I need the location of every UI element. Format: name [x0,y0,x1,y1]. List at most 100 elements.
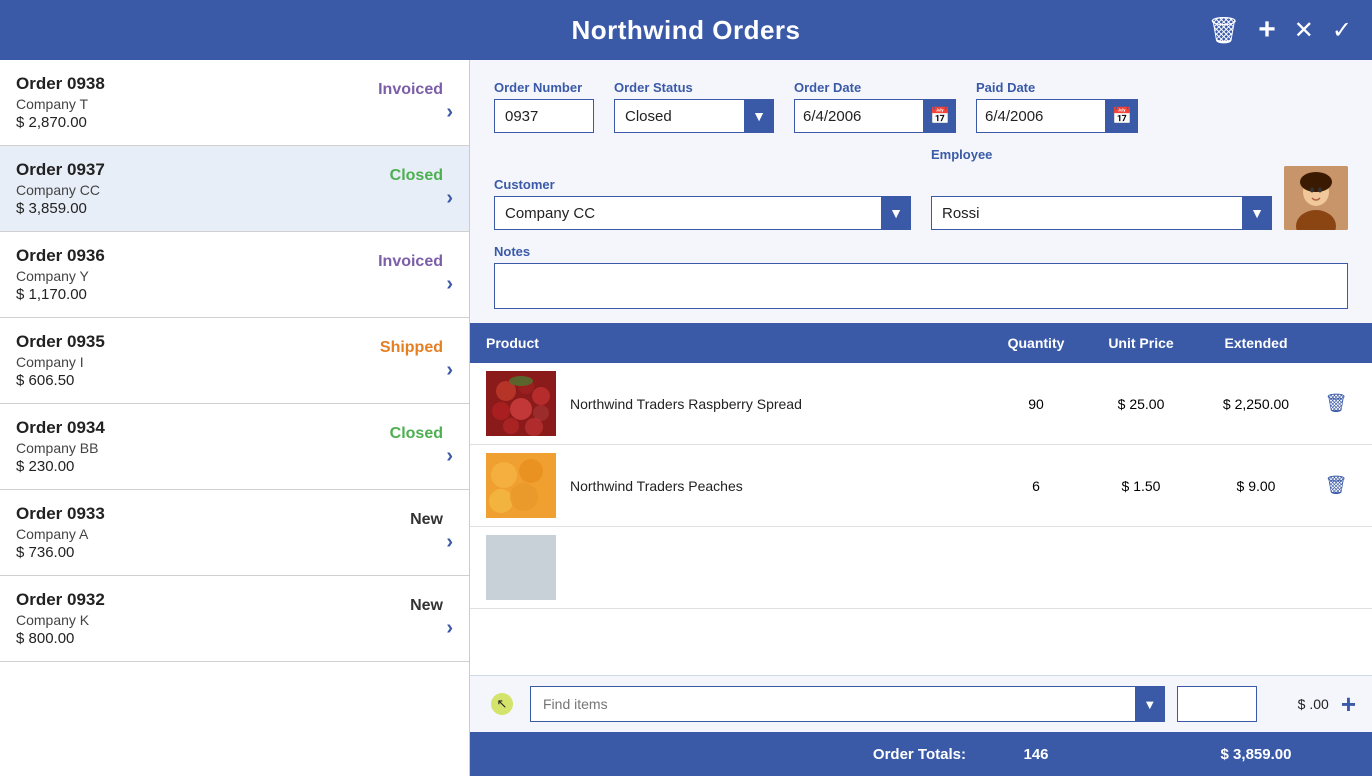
app-title: Northwind Orders [571,15,800,46]
order-chevron-icon[interactable]: › [446,101,453,124]
product-unit-price: $ 1.50 [1086,478,1196,494]
order-right-col: New › [363,511,453,554]
order-right-col: Shipped › [363,339,453,382]
order-info: Order 0936 Company Y $ 1,170.00 [16,246,363,303]
paid-date-input[interactable] [976,99,1106,133]
order-status-badge: Closed [363,167,443,185]
notes-input[interactable] [494,263,1348,309]
product-image-peaches [486,453,556,518]
order-chevron-icon[interactable]: › [446,359,453,382]
product-name: Northwind Traders Raspberry Spread [570,396,802,412]
add-item-qty-input[interactable] [1177,686,1257,722]
add-item-button[interactable]: + [1341,691,1356,717]
order-date-input[interactable] [794,99,924,133]
order-list-item-0933[interactable]: Order 0933 Company A $ 736.00 New › [0,490,469,576]
order-name: Order 0935 [16,332,363,352]
order-company: Company T [16,96,363,112]
header-toolbar: 🗑 + ✕ ✓ [1207,13,1352,47]
order-list-item-0935[interactable]: Order 0935 Company I $ 606.50 Shipped › [0,318,469,404]
order-company: Company CC [16,182,363,198]
product-delete-cell: 🗑 [1316,393,1356,414]
order-info: Order 0932 Company K $ 800.00 [16,590,363,647]
order-number-input[interactable] [494,99,594,133]
order-list-item-0938[interactable]: Order 0938 Company T $ 2,870.00 Invoiced… [0,60,469,146]
order-status-badge: New [363,511,443,529]
order-form: Order Number Order Status Closed New Inv… [470,60,1372,323]
order-right-col: Invoiced › [363,253,453,296]
employee-select-wrapper: Rossi Smith Jones ▼ [931,196,1272,230]
table-row: Northwind Traders Raspberry Spread 90 $ … [470,363,1372,445]
notes-group: Notes [494,244,1348,309]
employee-photo [1284,166,1348,230]
order-date-wrapper: 📅 [794,99,956,133]
delete-item-button[interactable]: 🗑 [1325,393,1348,414]
order-info: Order 0937 Company CC $ 3,859.00 [16,160,363,217]
main-layout: Order 0938 Company T $ 2,870.00 Invoiced… [0,60,1372,776]
customer-select[interactable]: Company CC Company T Company Y Company I… [494,196,911,230]
order-list-item-0934[interactable]: Order 0934 Company BB $ 230.00 Closed › [0,404,469,490]
order-date-group: Order Date 📅 [794,80,956,133]
order-right-col: Closed › [363,167,453,210]
order-chevron-icon[interactable]: › [446,617,453,640]
product-extended: $ 9.00 [1196,478,1316,494]
order-number-label: Order Number [494,80,594,95]
product-image-placeholder [486,535,556,600]
table-header: Product Quantity Unit Price Extended [470,323,1372,363]
order-list-item-0936[interactable]: Order 0936 Company Y $ 1,170.00 Invoiced… [0,232,469,318]
order-date-label: Order Date [794,80,956,95]
cursor-icon: ↖ [497,696,508,712]
order-chevron-icon[interactable]: › [446,273,453,296]
notes-label: Notes [494,244,1348,259]
order-amount: $ 1,170.00 [16,286,363,303]
delete-button[interactable]: 🗑 [1207,15,1240,46]
product-cell: Northwind Traders Raspberry Spread [486,371,986,436]
add-item-price: $ .00 [1269,696,1329,712]
order-status-select[interactable]: Closed New Invoiced Shipped [614,99,774,133]
orders-list: Order 0938 Company T $ 2,870.00 Invoiced… [0,60,470,776]
order-list-item-0937[interactable]: Order 0937 Company CC $ 3,859.00 Closed … [0,146,469,232]
order-right-col: Closed › [363,425,453,468]
order-chevron-icon[interactable]: › [446,531,453,554]
order-right-col: Invoiced › [363,81,453,124]
order-detail-panel: Order Number Order Status Closed New Inv… [470,60,1372,776]
close-button[interactable]: ✕ [1294,16,1314,45]
paid-date-calendar-icon[interactable]: 📅 [1106,99,1138,133]
table-row [470,527,1372,609]
employee-select[interactable]: Rossi Smith Jones [931,196,1272,230]
order-status-group: Order Status Closed New Invoiced Shipped… [614,80,774,133]
add-item-row: ↖ ▼ $ .00 + [470,675,1372,732]
product-extended: $ 2,250.00 [1196,396,1316,412]
find-items-input[interactable] [530,686,1165,722]
order-amount: $ 736.00 [16,544,363,561]
order-chevron-icon[interactable]: › [446,445,453,468]
product-unit-price: $ 25.00 [1086,396,1196,412]
order-status-select-wrapper: Closed New Invoiced Shipped ▼ [614,99,774,133]
product-cell [486,535,986,600]
table-row: Northwind Traders Peaches 6 $ 1.50 $ 9.0… [470,445,1372,527]
employee-label: Employee [931,147,1348,162]
order-amount: $ 2,870.00 [16,114,363,131]
order-right-col: New › [363,597,453,640]
order-name: Order 0937 [16,160,363,180]
product-delete-cell: 🗑 [1316,475,1356,496]
order-company: Company K [16,612,363,628]
product-cell: Northwind Traders Peaches [486,453,986,518]
order-date-calendar-icon[interactable]: 📅 [924,99,956,133]
col-extended: Extended [1196,335,1316,351]
order-status-badge: Closed [363,425,443,443]
order-name: Order 0933 [16,504,363,524]
customer-label: Customer [494,177,911,192]
order-number-group: Order Number [494,80,594,133]
totals-ext: $ 3,859.00 [1196,746,1316,763]
form-row-1: Order Number Order Status Closed New Inv… [494,80,1348,133]
order-chevron-icon[interactable]: › [446,187,453,210]
delete-item-button[interactable]: 🗑 [1325,475,1348,496]
add-order-button[interactable]: + [1258,13,1276,47]
order-company: Company Y [16,268,363,284]
confirm-button[interactable]: ✓ [1332,16,1352,45]
find-items-wrapper: ▼ [530,686,1165,722]
employee-row: Rossi Smith Jones ▼ [931,166,1348,230]
form-row-2: Customer Company CC Company T Company Y … [494,147,1348,230]
order-list-item-0932[interactable]: Order 0932 Company K $ 800.00 New › [0,576,469,662]
order-name: Order 0936 [16,246,363,266]
